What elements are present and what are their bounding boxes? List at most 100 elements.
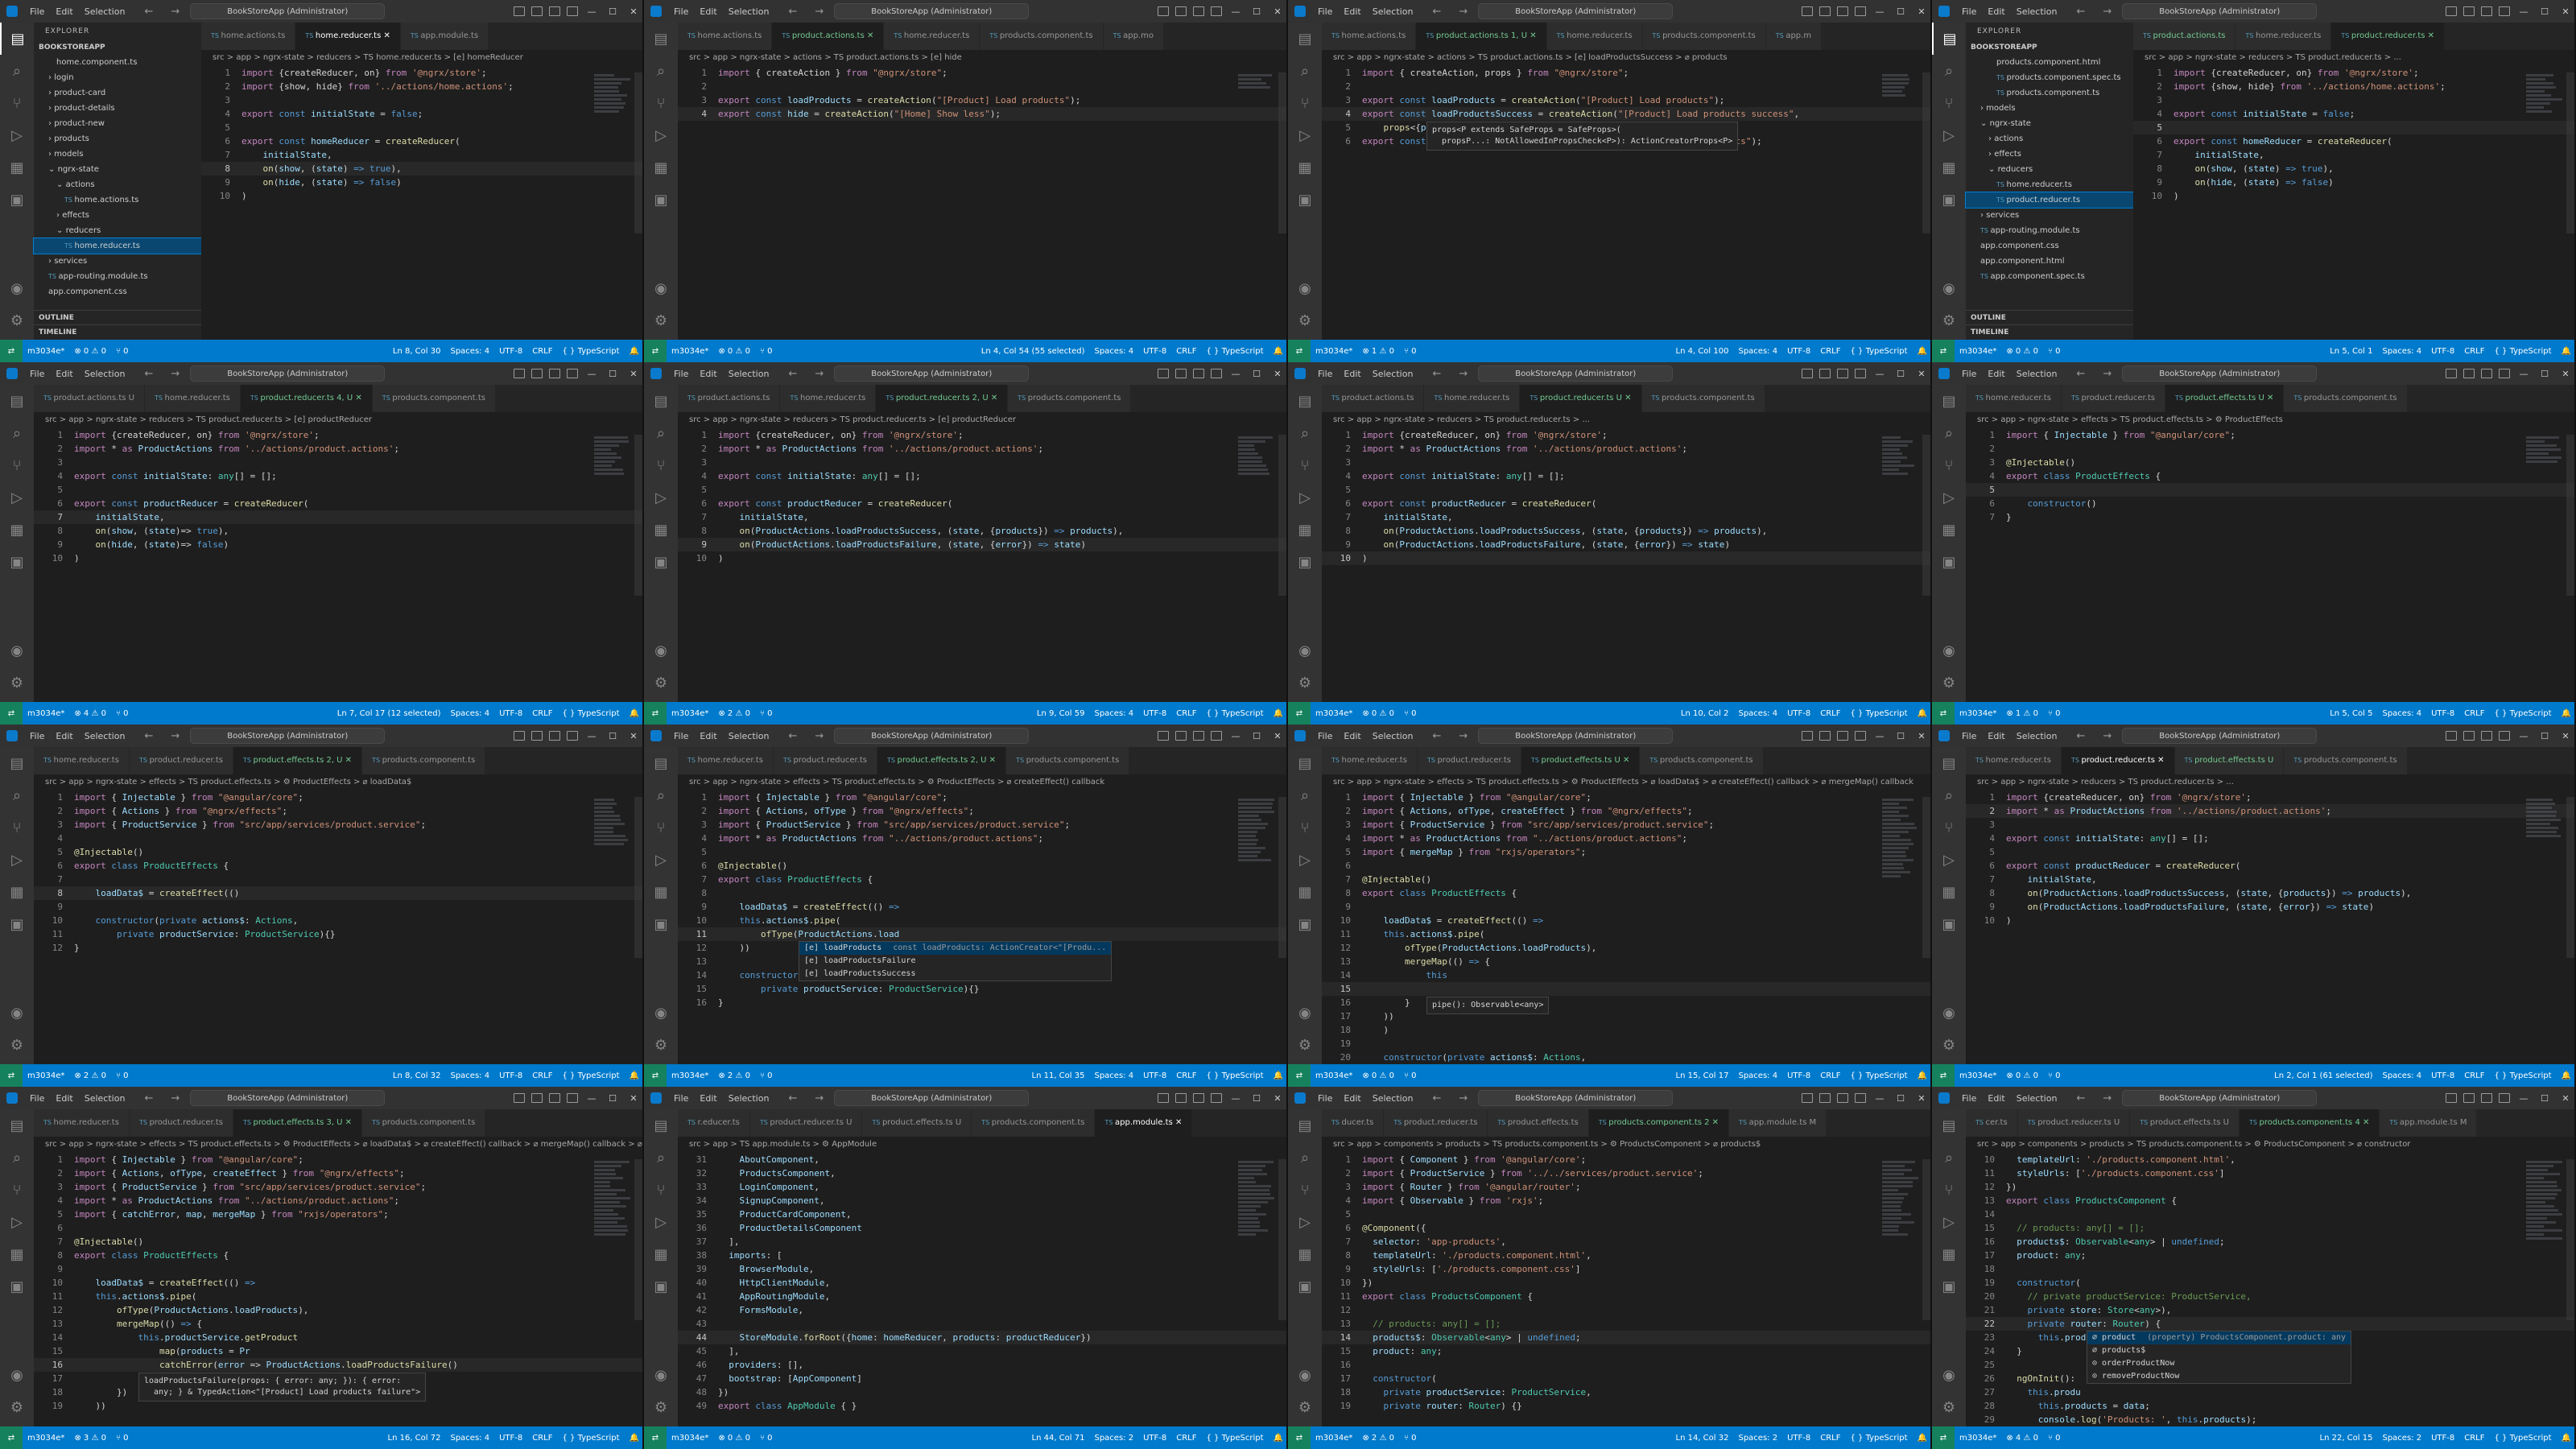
minimap[interactable]: [2526, 1159, 2565, 1256]
extensions-icon[interactable]: ▦: [0, 151, 34, 184]
menu-edit[interactable]: Edit: [1338, 731, 1366, 741]
explorer-item[interactable]: › product-new: [34, 116, 201, 131]
status-spaces[interactable]: Spaces: 4: [1089, 347, 1138, 356]
layout-toggle-icon[interactable]: [2446, 731, 2457, 741]
account-icon[interactable]: ◉: [1932, 634, 1966, 667]
layout-toggle-icon[interactable]: [1175, 6, 1187, 16]
editor-tab[interactable]: TS product.reducer.ts U: [2018, 1109, 2131, 1137]
back-arrow-icon[interactable]: ←: [140, 6, 157, 18]
minimize-button[interactable]: —: [1225, 6, 1246, 17]
account-icon[interactable]: ◉: [644, 272, 678, 304]
gear-icon[interactable]: ⚙: [1932, 1029, 1966, 1061]
remote-icon[interactable]: ⇄: [1932, 702, 1955, 724]
layout-toggle-icon[interactable]: [549, 731, 560, 741]
layout-toggle-icon[interactable]: [1819, 731, 1831, 741]
menu-selection[interactable]: Selection: [2011, 6, 2063, 17]
explorer-item[interactable]: › actions: [1966, 131, 2133, 147]
problems-count[interactable]: ⊗ 3 ⚠ 0: [69, 1434, 111, 1443]
layout-toggle-icon[interactable]: [1802, 6, 1813, 16]
status-spaces[interactable]: Spaces: 4: [2377, 347, 2426, 356]
remote-icon[interactable]: ▣: [1932, 908, 1966, 940]
minimize-button[interactable]: —: [1869, 369, 1890, 379]
status-eol[interactable]: CRLF: [527, 1071, 557, 1080]
command-center-search[interactable]: BookStoreApp (Administrator): [834, 728, 1029, 744]
menu-file[interactable]: File: [24, 731, 50, 741]
explorer-root-folder[interactable]: BOOKSTOREAPP: [34, 40, 201, 55]
close-tab-icon[interactable]: ✕: [1173, 1118, 1183, 1127]
command-center-search[interactable]: BookStoreApp (Administrator): [834, 365, 1029, 382]
extensions-icon[interactable]: ▦: [1932, 151, 1966, 184]
remote-icon[interactable]: ▣: [1288, 908, 1322, 940]
ports-count[interactable]: ⑂ 0: [111, 1071, 134, 1080]
files-icon[interactable]: ▤: [0, 1109, 34, 1141]
bell-icon[interactable]: 🔔: [2557, 1434, 2576, 1443]
remote-icon[interactable]: ▣: [1288, 546, 1322, 578]
bell-icon[interactable]: 🔔: [625, 1071, 644, 1080]
suggestion-item[interactable]: ⌀ products$: [2087, 1344, 2351, 1357]
menu-selection[interactable]: Selection: [1367, 369, 1419, 379]
extensions-icon[interactable]: ▦: [644, 876, 678, 908]
vertical-scrollbar[interactable]: [2566, 797, 2576, 958]
remote-icon[interactable]: ⇄: [0, 340, 23, 362]
bell-icon[interactable]: 🔔: [625, 709, 644, 718]
breadcrumb[interactable]: src > app > ngrx-state > effects > TS pr…: [678, 774, 1288, 791]
remote-icon[interactable]: ⇄: [644, 340, 667, 362]
suggestion-item[interactable]: ⊙ orderProductNow: [2087, 1357, 2351, 1370]
maximize-button[interactable]: ☐: [1246, 731, 1267, 741]
back-arrow-icon[interactable]: ←: [784, 730, 801, 742]
menu-file[interactable]: File: [668, 1093, 694, 1104]
maximize-button[interactable]: ☐: [2534, 731, 2555, 741]
status-encoding[interactable]: UTF-8: [2426, 709, 2459, 718]
menu-selection[interactable]: Selection: [2011, 369, 2063, 379]
minimize-button[interactable]: —: [2513, 369, 2534, 379]
gear-icon[interactable]: ⚙: [1932, 667, 1966, 699]
layout-toggle-icon[interactable]: [567, 369, 578, 378]
menu-file[interactable]: File: [1312, 369, 1338, 379]
explorer-item[interactable]: ⌄ ngrx-state: [1966, 116, 2133, 131]
layout-toggle-icon[interactable]: [1158, 1093, 1169, 1103]
layout-toggle-icon[interactable]: [1819, 369, 1831, 378]
status-encoding[interactable]: UTF-8: [494, 347, 527, 356]
status-lang[interactable]: { } TypeScript: [1201, 709, 1268, 718]
editor-tab[interactable]: TS product.effects.ts: [1488, 1109, 1588, 1137]
status-lang[interactable]: { } TypeScript: [2489, 1434, 2556, 1443]
editor-tab[interactable]: TS home.reducer.ts: [1322, 747, 1418, 774]
status-eol[interactable]: CRLF: [2459, 1071, 2489, 1080]
vertical-scrollbar[interactable]: [634, 72, 644, 233]
run-debug-icon[interactable]: ▷: [0, 844, 34, 876]
search-icon[interactable]: ⌕: [644, 779, 678, 811]
status-spaces[interactable]: Spaces: 4: [2377, 1071, 2426, 1080]
gear-icon[interactable]: ⚙: [1288, 304, 1322, 336]
explorer-item[interactable]: app.component.html: [1966, 254, 2133, 269]
vertical-scrollbar[interactable]: [1922, 1159, 1932, 1320]
editor-tab[interactable]: TS app.module.ts M: [2380, 1109, 2477, 1137]
editor-tab[interactable]: TS product.actions.ts 1, U ✕: [1416, 23, 1546, 50]
layout-toggle-icon[interactable]: [531, 6, 543, 16]
git-branch[interactable]: m3034e*: [1311, 1434, 1357, 1443]
explorer-item[interactable]: › login: [34, 70, 201, 85]
menu-file[interactable]: File: [668, 6, 694, 17]
source-control-icon[interactable]: ⑂: [1932, 87, 1966, 119]
back-arrow-icon[interactable]: ←: [1428, 368, 1445, 380]
minimize-button[interactable]: —: [581, 1093, 602, 1104]
panel-timeline[interactable]: TIMELINE: [34, 324, 206, 340]
editor-tab[interactable]: TS product.effects.ts 3, U ✕: [233, 1109, 362, 1137]
account-icon[interactable]: ◉: [0, 1359, 34, 1391]
bell-icon[interactable]: 🔔: [625, 347, 644, 356]
search-icon[interactable]: ⌕: [1932, 779, 1966, 811]
menu-edit[interactable]: Edit: [1982, 369, 2010, 379]
editor-tab[interactable]: TS app.module.ts ✕: [1095, 1109, 1192, 1137]
layout-toggle-icon[interactable]: [531, 1093, 543, 1103]
remote-icon[interactable]: ⇄: [1932, 1064, 1955, 1087]
command-center-search[interactable]: BookStoreApp (Administrator): [1478, 3, 1673, 19]
menu-edit[interactable]: Edit: [50, 1093, 78, 1104]
files-icon[interactable]: ▤: [0, 385, 34, 417]
ports-count[interactable]: ⑂ 0: [2043, 1434, 2066, 1443]
forward-arrow-icon[interactable]: →: [811, 6, 828, 18]
editor-tab[interactable]: TS products.component.ts: [2284, 385, 2407, 412]
account-icon[interactable]: ◉: [1288, 634, 1322, 667]
search-icon[interactable]: ⌕: [1932, 55, 1966, 87]
minimap[interactable]: [594, 435, 633, 531]
breadcrumb[interactable]: src > app > ngrx-state > effects > TS pr…: [1966, 412, 2576, 428]
search-icon[interactable]: ⌕: [1288, 55, 1322, 87]
